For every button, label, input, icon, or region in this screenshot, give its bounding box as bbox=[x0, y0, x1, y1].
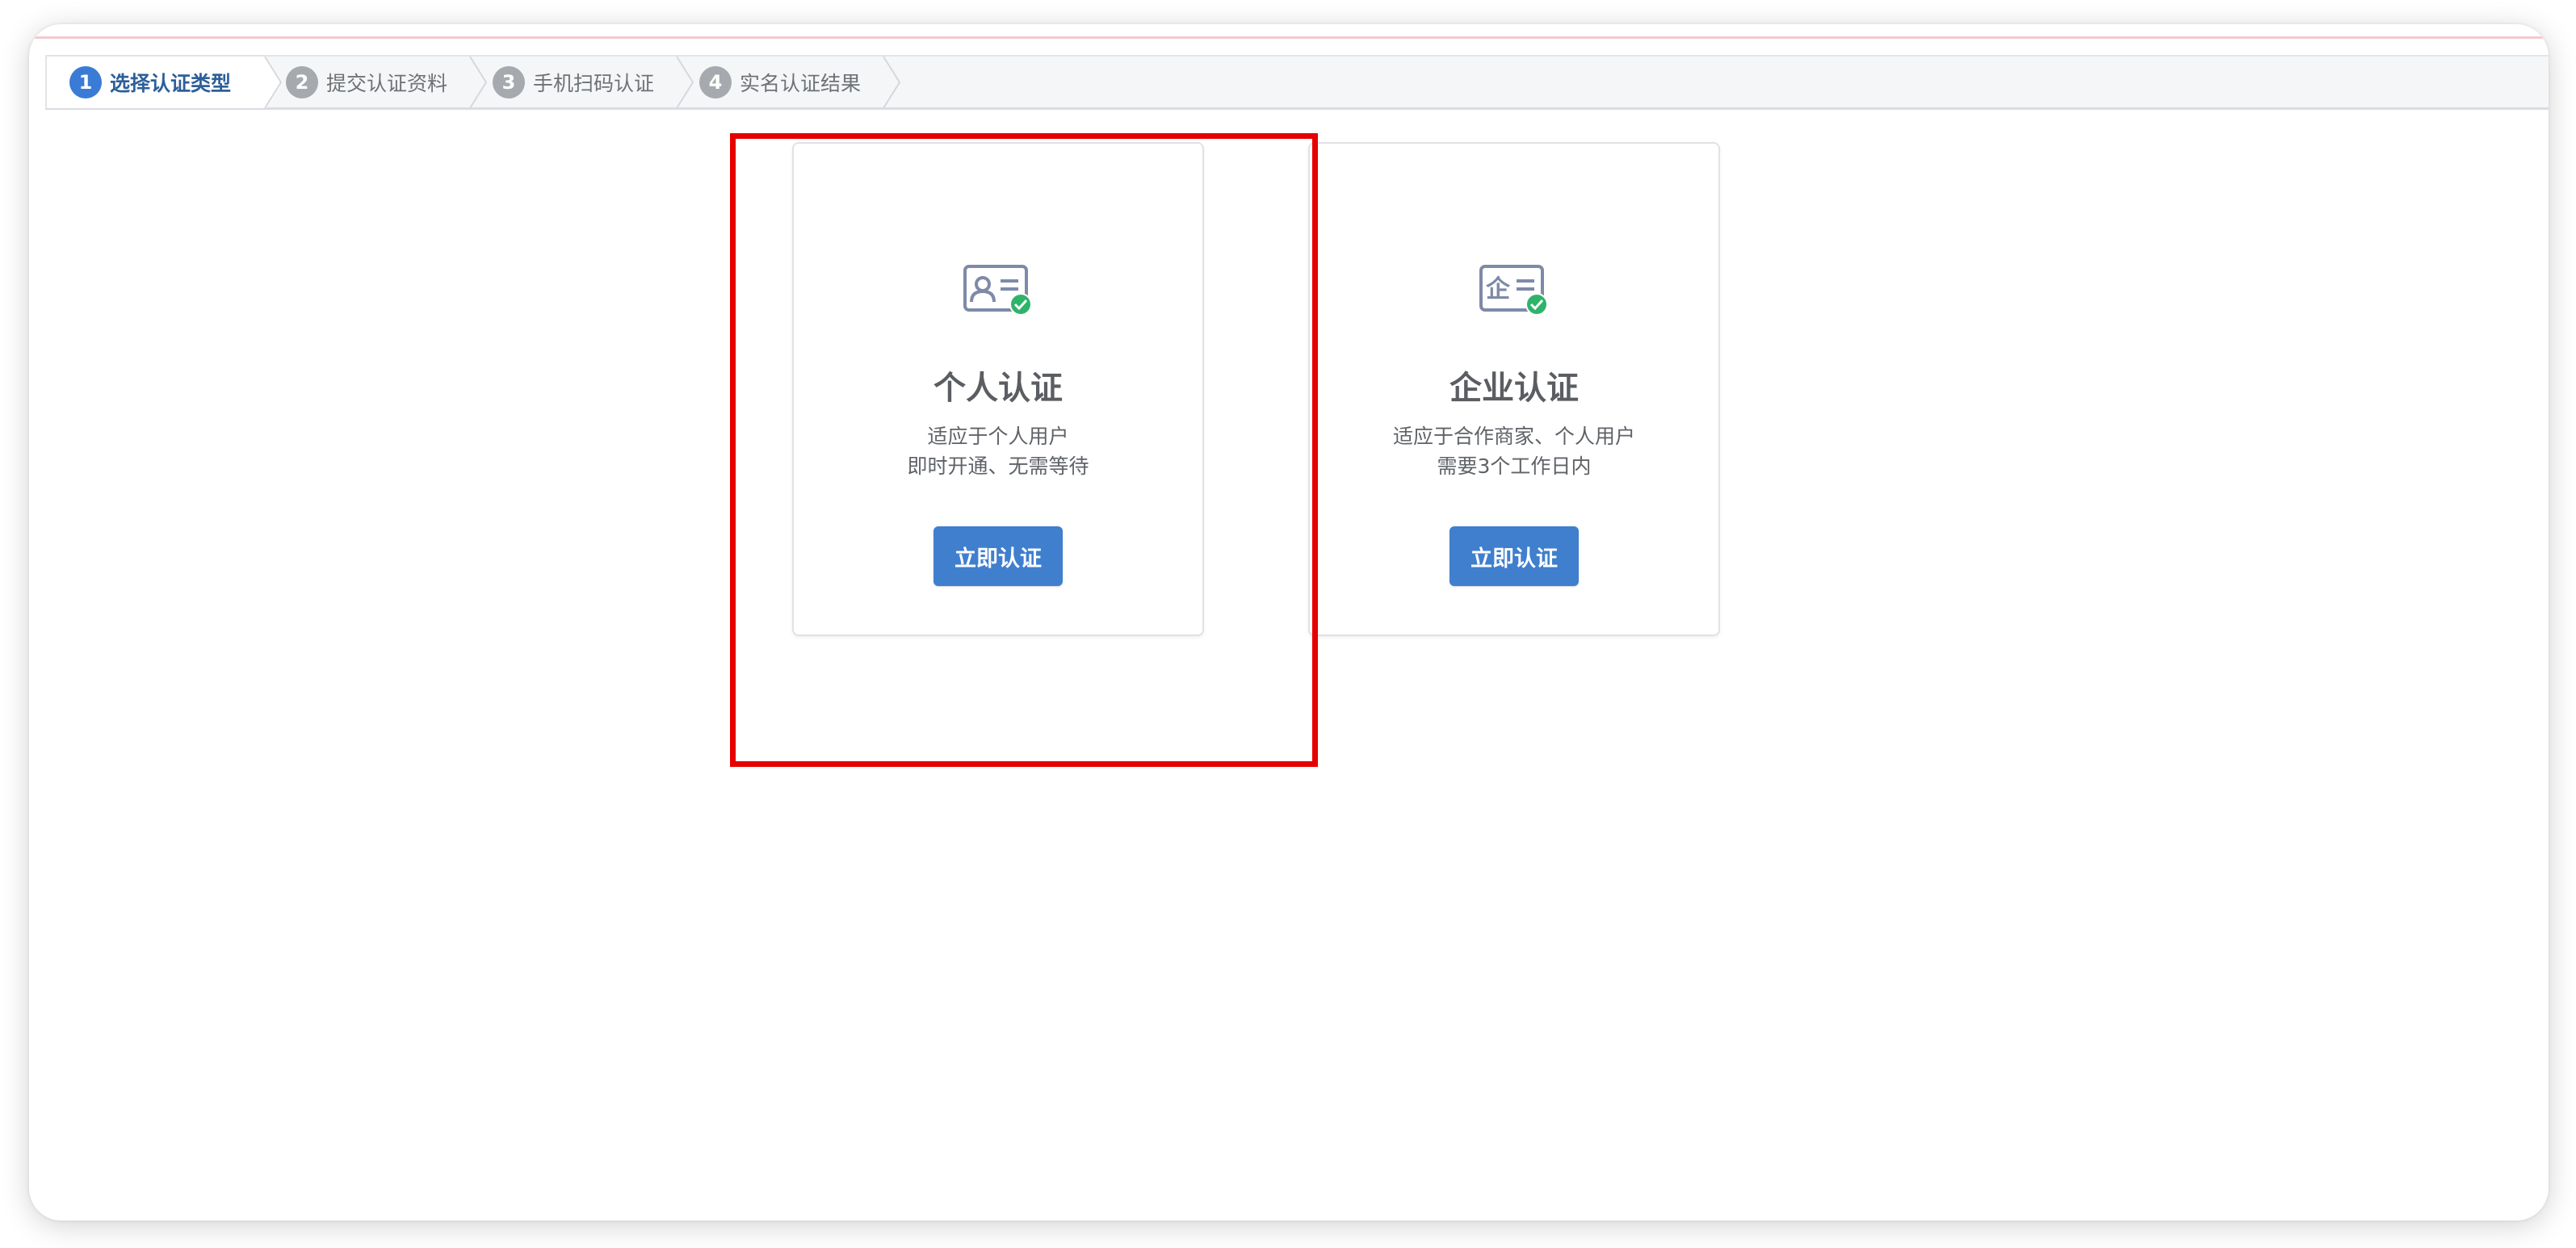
card-description: 适应于合作商家、个人用户 需要3个工作日内 bbox=[1310, 421, 1718, 481]
step-number: 4 bbox=[699, 66, 732, 98]
card-title: 企业认证 bbox=[1450, 370, 1579, 407]
step-label: 选择认证类型 bbox=[110, 72, 232, 95]
step-3[interactable]: 3 手机扫码认证 bbox=[470, 57, 677, 108]
step-number: 2 bbox=[286, 66, 318, 98]
window-top-border bbox=[29, 24, 2549, 39]
highlight-box bbox=[730, 133, 1318, 767]
step-progress-bar: 1 选择认证类型 2 提交认证资料 3 手机扫码认证 4 实名认证结果 bbox=[45, 55, 2549, 110]
step-1[interactable]: 1 选择认证类型 bbox=[47, 57, 262, 108]
enterprise-glyph: 企 bbox=[1486, 275, 1511, 304]
step-label: 提交认证资料 bbox=[326, 72, 448, 95]
step-number: 1 bbox=[69, 66, 102, 98]
enterprise-verification-card[interactable]: 企 企业认证 适应于合作商家、个人用户 需要3个工作日内 立即认证 bbox=[1308, 142, 1720, 636]
step-4[interactable]: 4 实名认证结果 bbox=[677, 57, 883, 108]
step-number: 3 bbox=[493, 66, 525, 98]
card-desc-line: 需要3个工作日内 bbox=[1437, 454, 1592, 478]
step-label: 手机扫码认证 bbox=[533, 72, 655, 95]
card-desc-line: 适应于合作商家、个人用户 bbox=[1392, 425, 1635, 448]
step-label: 实名认证结果 bbox=[740, 72, 862, 95]
app-window: 1 选择认证类型 2 提交认证资料 3 手机扫码认证 4 实名认证结果 个人认证… bbox=[29, 24, 2549, 1221]
enterprise-verify-button[interactable]: 立即认证 bbox=[1450, 526, 1579, 586]
id-card-enterprise-check-icon: 企 bbox=[1479, 265, 1549, 316]
step-separator-icon bbox=[883, 57, 901, 108]
step-2[interactable]: 2 提交认证资料 bbox=[263, 57, 470, 108]
